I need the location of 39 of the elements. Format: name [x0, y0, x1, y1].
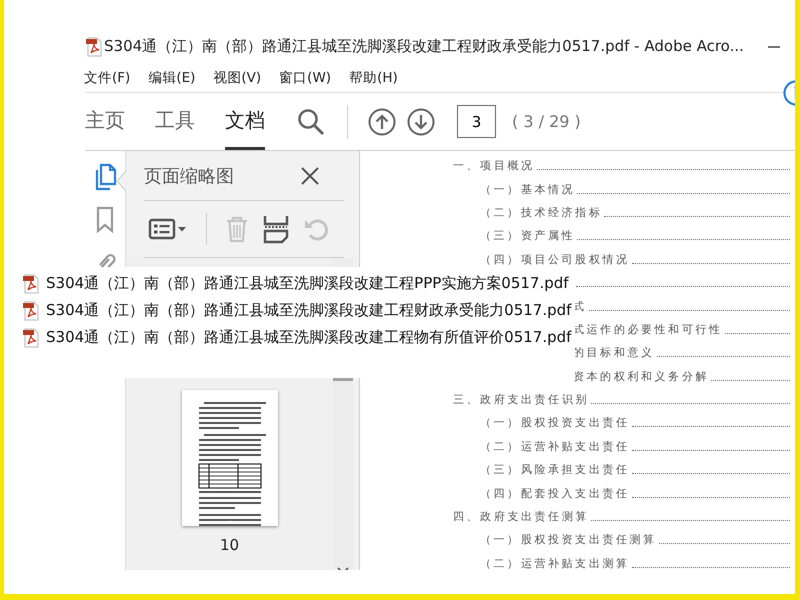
file-name[interactable]: S304通（江）南（部）路通江县城至洗脚溪段改建工程PPP实施方案0517.pdf: [46, 274, 569, 293]
toc-entry[interactable]: （四）配套投入支出责任: [480, 486, 630, 501]
menu-item[interactable]: 窗口(W): [279, 68, 332, 86]
pdf-file-icon: [22, 328, 39, 348]
toc-entry[interactable]: （二）技术经济指标: [480, 204, 602, 220]
toc-entry[interactable]: 四、政府支出责任测算: [453, 509, 589, 524]
page-extract-icon[interactable]: [263, 214, 289, 244]
toc-entry[interactable]: （一）基本情况: [480, 182, 576, 197]
file-name[interactable]: S304通（江）南（部）路通江县城至洗脚溪段改建工程物有所值评价0517.pdf: [46, 328, 572, 347]
panel-title: 页面缩略图: [144, 164, 235, 188]
window-title: S304通（江）南（部）路通江县城至洗脚溪段改建工程财政承受能力0517.pdf - Adobe Acro...: [104, 37, 744, 56]
page-thumbnail[interactable]: [182, 390, 278, 526]
search-icon[interactable]: [297, 108, 325, 136]
toc-entry[interactable]: 三、政府支出责任识别: [453, 392, 589, 408]
toolbar-tab[interactable]: 工具: [155, 93, 195, 150]
toc-entry[interactable]: 一、项目概况: [453, 158, 535, 174]
page-count: ( 3 / 29 ): [512, 112, 581, 131]
toc-entry[interactable]: （一）股权投资支出责任: [480, 415, 630, 430]
toc-entry[interactable]: （二）运营补贴支出责任: [480, 438, 630, 454]
page-number-field[interactable]: 3: [457, 105, 496, 138]
toc-entry[interactable]: （二）运营补贴支出测算: [480, 556, 630, 570]
pdf-file-icon: [22, 274, 39, 294]
toc-entry[interactable]: （三）资产属性: [480, 228, 576, 244]
toc-entry[interactable]: （一）股权投资支出责任测算: [480, 532, 657, 548]
page-label: 10: [220, 536, 240, 554]
menu-item[interactable]: 编辑(E): [148, 68, 196, 86]
options-menu-icon[interactable]: [148, 217, 188, 241]
menu-item[interactable]: 视图(V): [213, 68, 262, 86]
close-icon[interactable]: [300, 166, 320, 186]
toc-entry[interactable]: （四）项目公司股权情况: [480, 252, 630, 267]
menu-item[interactable]: 文件(F): [84, 68, 130, 86]
arrow-up-icon[interactable]: [368, 108, 396, 136]
file-name[interactable]: S304通（江）南（部）路通江县城至洗脚溪段改建工程财政承受能力0517.pdf: [46, 301, 572, 320]
pdf-file-icon: [22, 300, 39, 320]
pdf-file-icon: [85, 36, 102, 56]
toc-entry[interactable]: （三）风险承担支出责任: [480, 462, 630, 478]
menu-item[interactable]: 帮助(H): [349, 68, 398, 86]
toolbar-tab[interactable]: 主页: [85, 93, 125, 150]
arrow-down-icon[interactable]: [407, 108, 435, 136]
